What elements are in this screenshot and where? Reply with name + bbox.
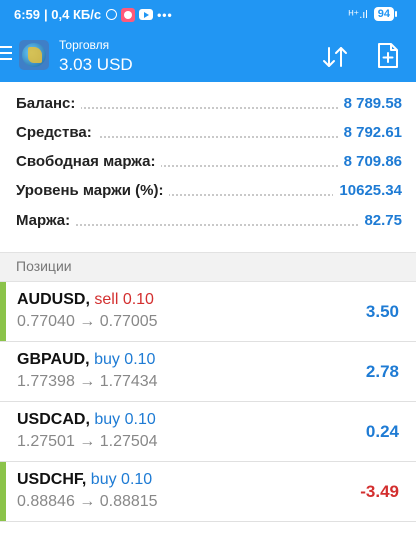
- summary-value: 8 709.86: [337, 153, 402, 170]
- position-profit: 0.24: [365, 422, 399, 441]
- position-side-volume: sell 0.10: [94, 291, 154, 308]
- position-accent-bar: [0, 282, 6, 341]
- position-title: USDCAD, buy 0.10: [17, 411, 156, 429]
- position-row[interactable]: GBPAUD, buy 0.10 1.77398 → 1.77434 2.78: [0, 342, 416, 402]
- top-app-bar: 6:59 | 0,4 КБ/с ••• ᴴ⁺.ıl 94 Торговля 3.…: [0, 0, 416, 82]
- status-left: 6:59 | 0,4 КБ/с •••: [14, 7, 173, 22]
- position-row[interactable]: AUDUSD, sell 0.10 0.77040 → 0.77005 3.50: [0, 282, 416, 342]
- position-separator: ,: [81, 471, 87, 488]
- summary-row-margin-level: Уровень маржи (%): 10625.34: [16, 178, 402, 204]
- more-notifications-icon: •••: [157, 7, 173, 22]
- summary-label: Уровень маржи (%):: [16, 182, 170, 199]
- total-profit: 3.03 USD: [59, 55, 133, 74]
- summary-row-equity: Средства: 8 792.61: [16, 120, 402, 146]
- summary-label: Маржа:: [16, 212, 77, 229]
- position-title: USDCHF, buy 0.10: [17, 471, 152, 489]
- alarm-icon: [106, 9, 118, 20]
- position-symbol: USDCHF: [17, 471, 82, 488]
- status-time: 6:59: [14, 7, 41, 22]
- position-prices: 1.77398 → 1.77434: [17, 373, 158, 390]
- summary-row-free-margin: Свободная маржа: 8 709.86: [16, 149, 402, 175]
- position-prices: 0.88846 → 0.88815: [17, 493, 158, 510]
- new-order-icon[interactable]: [377, 42, 399, 69]
- position-symbol: USDCAD: [17, 411, 86, 428]
- position-profit: 2.78: [365, 362, 399, 381]
- position-symbol: AUDUSD: [17, 291, 86, 308]
- positions-section-title: Позиции: [16, 258, 72, 274]
- summary-value: 8 792.61: [337, 124, 402, 141]
- position-separator: ,: [85, 351, 90, 368]
- summary-label: Свободная маржа:: [16, 153, 162, 170]
- position-prices: 0.77040 → 0.77005: [17, 313, 158, 330]
- position-title: GBPAUD, buy 0.10: [17, 351, 155, 369]
- summary-row-margin: Маржа: 82.75: [16, 208, 402, 234]
- status-notification-icons: •••: [106, 7, 173, 22]
- position-separator: ,: [85, 411, 90, 428]
- video-app-icon: [139, 9, 154, 20]
- position-prices: 1.27501 → 1.27504: [17, 433, 158, 450]
- position-title: AUDUSD, sell 0.10: [17, 291, 154, 309]
- position-row[interactable]: USDCHF, buy 0.10 0.88846 → 0.88815 -3.49: [0, 462, 416, 522]
- position-accent-bar: [0, 462, 6, 521]
- position-separator: ,: [85, 291, 90, 308]
- position-side-volume: buy 0.10: [94, 351, 156, 368]
- position-profit: 3.50: [365, 302, 399, 321]
- position-side-volume: buy 0.10: [94, 411, 156, 428]
- position-side-volume: buy 0.10: [90, 471, 153, 488]
- app-logo: [19, 40, 49, 70]
- position-symbol: GBPAUD: [17, 351, 86, 368]
- sort-icon[interactable]: [321, 44, 349, 70]
- status-network-speed: | 0,4 КБ/с: [44, 7, 102, 22]
- summary-value: 8 789.58: [337, 95, 402, 112]
- summary-value: 10625.34: [333, 182, 402, 199]
- summary-row-balance: Баланс: 8 789.58: [16, 91, 402, 117]
- position-row[interactable]: USDCAD, buy 0.10 1.27501 → 1.27504 0.24: [0, 402, 416, 462]
- summary-label: Средства:: [16, 124, 98, 141]
- section-title: Торговля: [59, 38, 110, 52]
- status-bar: 6:59 | 0,4 КБ/с ••• ᴴ⁺.ıl 94: [0, 0, 416, 32]
- status-right: ᴴ⁺.ıl 94: [348, 7, 398, 21]
- signal-icon: ᴴ⁺.ıl: [348, 8, 368, 21]
- menu-icon[interactable]: [0, 46, 12, 60]
- summary-label: Баланс:: [16, 95, 82, 112]
- battery-icon: 94: [373, 7, 398, 21]
- position-profit: -3.49: [360, 482, 399, 501]
- positions-section-header: Позиции: [0, 252, 416, 282]
- notification-app-icon: [121, 7, 136, 22]
- summary-value: 82.75: [358, 212, 402, 229]
